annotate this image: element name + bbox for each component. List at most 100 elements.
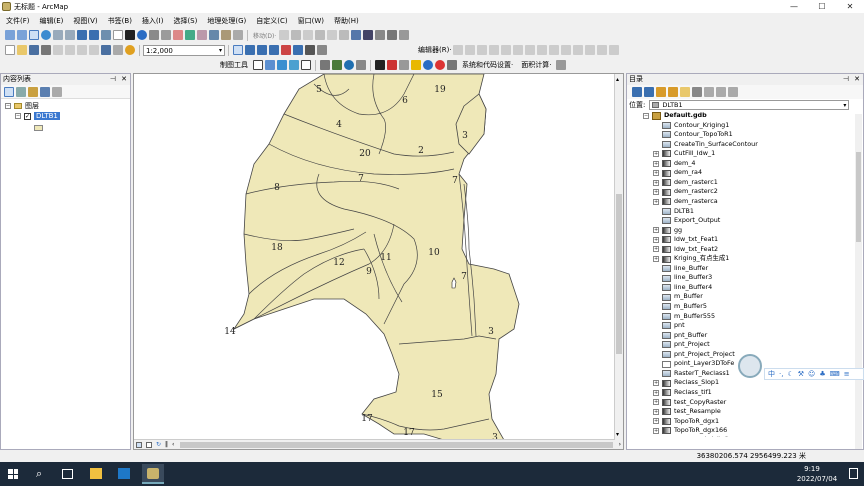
data-view-icon[interactable]: [136, 441, 142, 448]
pan-icon[interactable]: [29, 30, 39, 40]
delete-icon[interactable]: [89, 45, 99, 55]
scroll-up-icon[interactable]: ▴: [616, 76, 619, 83]
layer-symbol-swatch[interactable]: [34, 125, 43, 131]
expand-icon[interactable]: +: [653, 189, 659, 196]
catalog-item[interactable]: + TopoToR_dgx1: [653, 417, 719, 427]
expand-icon[interactable]: +: [653, 170, 659, 177]
catalog-item[interactable]: + Kriging_有点生成1: [653, 254, 729, 264]
menu-file[interactable]: 文件(F): [6, 16, 30, 26]
catalog-item[interactable]: + dem_ra4: [653, 168, 702, 178]
ime-mode-label[interactable]: 中: [768, 369, 775, 379]
home-icon[interactable]: [656, 87, 666, 97]
expand-icon[interactable]: +: [653, 160, 659, 167]
arcmap-taskbar-button[interactable]: [142, 464, 164, 484]
options-icon[interactable]: [728, 87, 738, 97]
undo-icon[interactable]: [101, 45, 111, 55]
refresh-catalog-icon[interactable]: [716, 87, 726, 97]
zoom-out-icon[interactable]: [17, 30, 27, 40]
ime-punctuation-icon[interactable]: ·,: [779, 370, 783, 378]
catalog-item[interactable]: Export_Output: [653, 216, 720, 226]
split-icon[interactable]: [560, 45, 571, 55]
app-icon[interactable]: [118, 468, 130, 479]
paste-icon[interactable]: [77, 45, 87, 55]
catalog-scrollbar[interactable]: [855, 114, 862, 449]
reshape-icon[interactable]: [536, 45, 547, 55]
catalog-item[interactable]: point_Layer3DToFe: [653, 359, 734, 369]
menu-help[interactable]: 帮助(H): [334, 16, 359, 26]
select-features-icon[interactable]: [101, 30, 111, 40]
catalog-item[interactable]: line_Buffer3: [653, 273, 712, 283]
expand-icon[interactable]: +: [653, 256, 659, 263]
end-point-arc-icon[interactable]: [488, 45, 499, 55]
gdb-root[interactable]: − Default.gdb: [643, 111, 707, 121]
point-icon[interactable]: [512, 45, 523, 55]
menu-edit[interactable]: 编辑(E): [40, 16, 64, 26]
clear-selection-icon[interactable]: [113, 30, 123, 40]
legend-icon[interactable]: [277, 60, 287, 70]
trace-icon[interactable]: [500, 45, 511, 55]
editor-toolbar-icon[interactable]: [233, 45, 243, 55]
catalog-item[interactable]: + gg: [653, 226, 682, 236]
download-icon[interactable]: [411, 60, 421, 70]
expand-icon[interactable]: +: [653, 380, 659, 387]
table-icon[interactable]: [265, 60, 275, 70]
keyboard-icon[interactable]: ⌨: [830, 370, 840, 378]
forward-icon[interactable]: [644, 87, 654, 97]
catalog-item[interactable]: RasterT_Reclass1: [653, 369, 730, 379]
collapse-icon[interactable]: −: [643, 112, 649, 119]
copy-icon[interactable]: [65, 45, 75, 55]
attributes-icon[interactable]: [584, 45, 595, 55]
layer-dltb1[interactable]: − ✓ DLTB1: [15, 112, 60, 120]
menu-view[interactable]: 视图(V): [73, 16, 97, 26]
file-explorer-icon[interactable]: [90, 468, 102, 479]
fixed-zoom-out-icon[interactable]: [65, 30, 75, 40]
catalog-item[interactable]: + dem_rasterc2: [653, 187, 718, 197]
catalog-item[interactable]: + dem_rasterc1: [653, 178, 718, 188]
menu-insert[interactable]: 插入(I): [142, 16, 164, 26]
viewer-icon[interactable]: [233, 30, 243, 40]
ime-floating-ball[interactable]: [738, 354, 762, 378]
catalog-item[interactable]: + Idw_txt_Feat1: [653, 235, 718, 245]
clock-time[interactable]: 9:19: [792, 465, 832, 473]
snapping-end-icon[interactable]: [303, 30, 314, 40]
skin-icon[interactable]: ♣: [819, 370, 825, 378]
catalog-item[interactable]: + dem_rasterca: [653, 197, 718, 207]
ime-menu-icon[interactable]: ≡: [844, 370, 850, 378]
search-icon[interactable]: ⌕: [36, 467, 42, 481]
location-input[interactable]: DLTB1 ▾: [649, 100, 850, 110]
arctoolbox-icon[interactable]: [281, 45, 291, 55]
task-view-icon[interactable]: [62, 469, 73, 479]
layout-icon[interactable]: [399, 30, 410, 40]
font-icon[interactable]: [387, 30, 398, 40]
sketch-properties-icon[interactable]: [596, 45, 607, 55]
scrollbar-thumb[interactable]: [616, 194, 622, 354]
editor-menu[interactable]: 编辑器(R)·: [418, 45, 452, 55]
list-by-drawing-order-icon[interactable]: [4, 86, 14, 97]
time-slider-icon[interactable]: [221, 30, 231, 40]
catalog-item[interactable]: + dem_4: [653, 159, 695, 169]
tool-f-icon[interactable]: [447, 60, 457, 70]
up-folder-icon[interactable]: [668, 87, 678, 97]
catalog-item[interactable]: pnt: [653, 321, 685, 331]
catalog-item[interactable]: + Idw_txt_Feat2: [653, 245, 718, 255]
close-icon[interactable]: ✕: [121, 74, 127, 85]
list-by-selection-icon[interactable]: [40, 86, 50, 97]
forward-extent-icon[interactable]: [89, 30, 99, 40]
tool-d-icon[interactable]: [375, 60, 385, 70]
rotate-icon[interactable]: [572, 45, 583, 55]
expand-icon[interactable]: +: [653, 408, 659, 415]
start-icon[interactable]: [8, 469, 18, 479]
measure-icon[interactable]: [173, 30, 183, 40]
python-window-icon[interactable]: [293, 45, 303, 55]
connect-folder-icon[interactable]: [680, 87, 690, 97]
goto-xy-icon[interactable]: [209, 30, 219, 40]
expand-icon[interactable]: +: [653, 246, 659, 253]
collapse-icon[interactable]: −: [5, 103, 11, 109]
wrench-icon[interactable]: ⚒: [798, 370, 804, 378]
toc-window-icon[interactable]: [245, 45, 255, 55]
menu-bookmarks[interactable]: 书签(B): [108, 16, 132, 26]
menu-geoprocessing[interactable]: 地理处理(G): [207, 16, 246, 26]
catalog-item[interactable]: DLTB1: [653, 207, 694, 217]
vertical-scrollbar[interactable]: ▴ ▾: [614, 74, 623, 440]
catalog-item[interactable]: + CutFill_Idw_1: [653, 149, 715, 159]
